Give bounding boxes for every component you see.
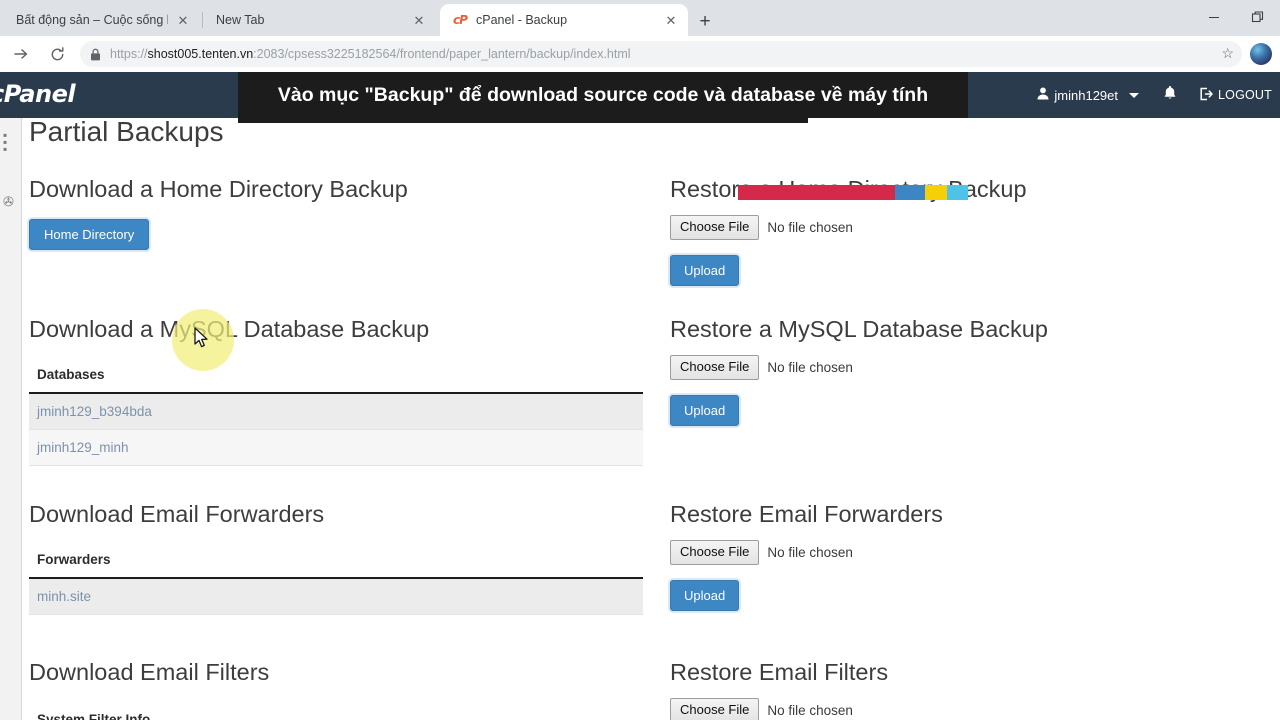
tab-separator [202,12,203,28]
tab-title: New Tab [216,13,265,27]
choose-file-button[interactable]: Choose File [670,540,760,565]
file-status-label: No file chosen [767,219,853,235]
section-restore-mysql: Restore a MySQL Database Backup Choose F… [670,316,1270,426]
section-download-home-directory: Download a Home Directory Backup Home Di… [29,176,647,250]
strip-red [738,185,895,200]
browser-chrome: Bất động sản – Cuộc sống lý tưở ✕ New Ta… [0,0,1280,72]
file-input-row[interactable]: Choose File No file chosen [670,215,1270,240]
section-download-email-filters: Download Email Filters System Filter Inf… [29,659,647,720]
databases-table: Databases jminh129_b394bda jminh129_minh [29,367,643,466]
file-input-row[interactable]: Choose File No file chosen [670,355,1270,380]
file-status-label: No file chosen [767,359,853,375]
user-menu[interactable]: jminh129et [1027,87,1149,103]
forwarders-upload-button[interactable]: Upload [670,579,740,611]
tab-close-icon[interactable]: ✕ [410,11,428,29]
main-content: Partial Backups Download a Home Director… [23,116,1280,720]
home-directory-download-button[interactable]: Home Directory [29,219,150,250]
address-bar[interactable]: https://shost005.tenten.vn:2083/cpsess32… [80,41,1242,67]
browser-toolbar: https://shost005.tenten.vn:2083/cpsess32… [0,36,1280,72]
logout-button[interactable]: LOGOUT [1191,87,1280,104]
forwarders-table: Forwarders minh.site [29,552,643,615]
window-controls [1180,0,1280,34]
table-column-header: Databases [29,367,643,394]
decorative-color-strip [738,185,968,200]
file-status-label: No file chosen [767,702,853,718]
section-download-mysql: Download a MySQL Database Backup Databas… [29,316,647,466]
system-filter-info-label: System Filter Info [37,712,151,720]
tab-strip: Bất động sản – Cuộc sống lý tưở ✕ New Ta… [0,0,1280,36]
tab-title: cPanel - Backup [476,13,568,27]
section-title: Download Email Filters [29,659,270,685]
tab-close-icon[interactable]: ✕ [662,11,680,29]
logout-label: LOGOUT [1218,88,1272,102]
forward-icon[interactable] [6,39,36,69]
choose-file-button[interactable]: Choose File [670,355,760,380]
cpanel-logo[interactable]: cPanel [0,80,76,108]
section-download-email-forwarders: Download Email Forwarders Forwarders min… [29,501,647,615]
browser-tab-1[interactable]: Bất động sản – Cuộc sống lý tưở ✕ [4,4,200,36]
browser-tab-3-active[interactable]: cP cPanel - Backup ✕ [440,4,688,36]
page-title: Partial Backups [29,116,224,147]
section-restore-email-forwarders: Restore Email Forwarders Choose File No … [670,501,1270,611]
logout-icon [1199,87,1213,104]
bookmark-star-icon[interactable]: ☆ [1221,45,1234,62]
file-input-row[interactable]: Choose File No file chosen [670,698,1270,720]
browser-tab-2[interactable]: New Tab ✕ [204,4,436,36]
reload-icon[interactable] [42,39,72,69]
mysql-upload-button[interactable]: Upload [670,394,740,426]
tab-title: Bất động sản – Cuộc sống lý tưở [16,13,168,27]
chevron-down-icon[interactable] [1129,92,1140,98]
home-directory-upload-button[interactable]: Upload [670,254,740,286]
sidebar-glyph-icon[interactable]: ✇ [3,194,14,210]
window-restore-button[interactable] [1236,0,1280,34]
address-bar-url: https://shost005.tenten.vn:2083/cpsess32… [110,47,631,61]
tab-close-icon[interactable]: ✕ [174,11,192,29]
window-minimize-button[interactable] [1192,0,1236,34]
user-icon [1037,87,1049,103]
strip-blue [895,185,925,200]
database-link[interactable]: jminh129_b394bda [37,404,152,419]
file-input-row[interactable]: Choose File No file chosen [670,540,1270,565]
cpanel-header-right: jminh129et LOGOUT [1027,72,1280,118]
section-restore-email-filters: Restore Email Filters Choose File No fil… [670,659,1270,720]
section-title: Download Email Forwarders [29,501,325,527]
tutorial-banner-text: Vào mục "Backup" để download source code… [277,83,929,106]
section-title: Download a MySQL Database Backup [29,316,430,342]
strip-yellow [925,185,947,200]
table-row[interactable]: jminh129_b394bda [29,394,643,430]
section-title: Restore Email Forwarders [670,501,943,527]
tutorial-banner: Vào mục "Backup" để download source code… [238,72,968,118]
user-name: jminh129et [1054,87,1119,103]
forwarder-link[interactable]: minh.site [37,589,91,604]
table-row[interactable]: jminh129_minh [29,430,643,466]
choose-file-button[interactable]: Choose File [670,698,760,720]
choose-file-button[interactable]: Choose File [670,215,760,240]
table-column-header: Forwarders [29,552,643,579]
strip-cyan [947,185,968,200]
sidebar-strip: ▪ ▪ ▪ ✇ [0,118,22,720]
page-viewport: cPanel jminh129et LOGOUT Vào mục "Back [0,72,1280,720]
menu-dots-icon[interactable]: ▪ ▪ ▪ [3,129,7,155]
lock-icon [90,48,101,61]
new-tab-button[interactable]: + [692,8,718,34]
section-title: Restore Email Filters [670,659,889,685]
notifications-bell-icon[interactable] [1149,85,1191,105]
section-title: Download a Home Directory Backup [29,176,408,202]
section-title: Restore a MySQL Database Backup [670,316,1048,342]
profile-avatar[interactable] [1250,43,1272,65]
table-row[interactable]: minh.site [29,579,643,615]
file-status-label: No file chosen [767,544,853,560]
cpanel-favicon-icon: cP [453,13,468,27]
database-link[interactable]: jminh129_minh [37,440,129,455]
